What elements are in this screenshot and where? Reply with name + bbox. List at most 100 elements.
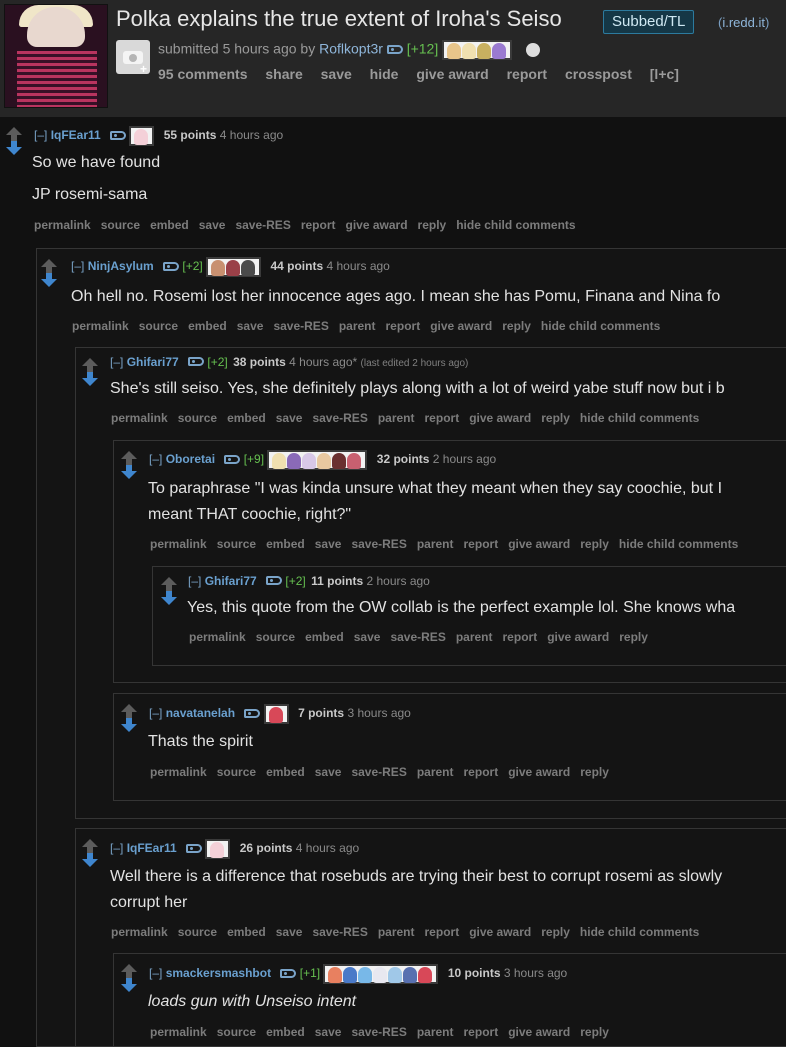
give-award-button[interactable]: give award — [469, 925, 531, 939]
reply-button[interactable]: reply — [541, 925, 570, 939]
hide-child-comments-button[interactable]: hide child comments — [580, 411, 699, 425]
save-button[interactable]: save — [315, 765, 342, 779]
crosspost-button[interactable]: crosspost — [565, 66, 632, 82]
report-button[interactable]: report — [507, 66, 547, 82]
embed-button[interactable]: embed — [150, 218, 189, 232]
collapse-toggle[interactable]: [–] — [149, 452, 162, 466]
collapse-toggle[interactable]: [–] — [149, 966, 162, 980]
collapse-toggle[interactable]: [–] — [71, 259, 84, 273]
source-button[interactable]: source — [217, 765, 256, 779]
report-button[interactable]: report — [464, 1025, 499, 1039]
parent-button[interactable]: parent — [378, 925, 415, 939]
permalink-button[interactable]: permalink — [189, 630, 246, 644]
embed-button[interactable]: embed — [266, 537, 305, 551]
hide-child-comments-button[interactable]: hide child comments — [541, 319, 660, 333]
comment-author[interactable]: IqFEar11 — [51, 128, 101, 142]
embed-button[interactable]: embed — [227, 925, 266, 939]
parent-button[interactable]: parent — [417, 1025, 454, 1039]
user-tag-icon[interactable] — [244, 708, 261, 718]
hide-child-comments-button[interactable]: hide child comments — [619, 537, 738, 551]
downvote-icon[interactable] — [41, 273, 57, 287]
save-button[interactable]: save — [315, 1025, 342, 1039]
save-res-button[interactable]: save-RES — [351, 537, 406, 551]
image-expando-icon[interactable]: + — [116, 40, 150, 76]
comment-author[interactable]: Oboretai — [166, 452, 215, 466]
collapse-toggle[interactable]: [–] — [110, 841, 123, 855]
user-tag-icon[interactable] — [110, 130, 127, 140]
collapse-toggle[interactable]: [–] — [110, 355, 123, 369]
upvote-icon[interactable] — [41, 259, 57, 273]
post-domain[interactable]: (i.redd.it) — [718, 15, 769, 30]
lc-button[interactable]: [l+c] — [650, 66, 679, 82]
reply-button[interactable]: reply — [418, 218, 447, 232]
embed-button[interactable]: embed — [305, 630, 344, 644]
report-button[interactable]: report — [425, 925, 460, 939]
comment-author[interactable]: Ghifari77 — [127, 355, 179, 369]
domain-link[interactable]: i.redd.it — [722, 15, 765, 30]
comment-author[interactable]: IqFEar11 — [127, 841, 177, 855]
share-button[interactable]: share — [265, 66, 302, 82]
save-res-button[interactable]: save-RES — [351, 1025, 406, 1039]
parent-button[interactable]: parent — [417, 537, 454, 551]
collapse-toggle[interactable]: [–] — [34, 128, 47, 142]
downvote-icon[interactable] — [121, 718, 137, 732]
parent-button[interactable]: parent — [339, 319, 376, 333]
report-button[interactable]: report — [386, 319, 421, 333]
permalink-button[interactable]: permalink — [150, 765, 207, 779]
permalink-button[interactable]: permalink — [111, 411, 168, 425]
collapse-toggle[interactable]: [–] — [149, 706, 162, 720]
downvote-icon[interactable] — [121, 978, 137, 992]
downvote-icon[interactable] — [121, 465, 137, 479]
save-button[interactable]: save — [276, 411, 303, 425]
save-button[interactable]: save — [354, 630, 381, 644]
hide-child-comments-button[interactable]: hide child comments — [580, 925, 699, 939]
give-award-button[interactable]: give award — [430, 319, 492, 333]
report-button[interactable]: report — [464, 537, 499, 551]
save-res-button[interactable]: save-RES — [312, 411, 367, 425]
post-author[interactable]: Roflkopt3r — [319, 41, 383, 57]
user-tag-icon[interactable] — [280, 968, 297, 978]
save-button[interactable]: save — [276, 925, 303, 939]
give-award-button[interactable]: give award — [346, 218, 408, 232]
downvote-icon[interactable] — [161, 591, 177, 605]
permalink-button[interactable]: permalink — [150, 1025, 207, 1039]
comment-author[interactable]: NinjAsylum — [88, 259, 154, 273]
save-button[interactable]: save — [199, 218, 226, 232]
save-button[interactable]: save — [321, 66, 352, 82]
post-thumbnail[interactable] — [4, 4, 108, 108]
source-button[interactable]: source — [178, 411, 217, 425]
comment-author[interactable]: Ghifari77 — [205, 574, 257, 588]
upvote-icon[interactable] — [6, 127, 22, 141]
upvote-icon[interactable] — [82, 839, 98, 853]
reply-button[interactable]: reply — [580, 537, 609, 551]
save-res-button[interactable]: save-RES — [235, 218, 290, 232]
upvote-icon[interactable] — [161, 577, 177, 591]
source-button[interactable]: source — [217, 537, 256, 551]
post-title[interactable]: Polka explains the true extent of Iroha'… — [116, 6, 562, 32]
give-award-button[interactable]: give award — [508, 1025, 570, 1039]
user-tag-icon[interactable] — [188, 357, 205, 367]
user-tag-icon[interactable] — [163, 261, 180, 271]
user-tag-icon[interactable] — [224, 454, 241, 464]
user-tag-icon[interactable] — [386, 44, 403, 54]
user-tag-icon[interactable] — [186, 843, 203, 853]
embed-button[interactable]: embed — [188, 319, 227, 333]
source-button[interactable]: source — [139, 319, 178, 333]
give-award-button[interactable]: give award — [469, 411, 531, 425]
source-button[interactable]: source — [256, 630, 295, 644]
embed-button[interactable]: embed — [266, 1025, 305, 1039]
save-res-button[interactable]: save-RES — [312, 925, 367, 939]
parent-button[interactable]: parent — [456, 630, 493, 644]
give-award-button[interactable]: give award — [547, 630, 609, 644]
reply-button[interactable]: reply — [502, 319, 531, 333]
downvote-icon[interactable] — [82, 372, 98, 386]
give-award-button[interactable]: give award — [508, 537, 570, 551]
parent-button[interactable]: parent — [417, 765, 454, 779]
downvote-icon[interactable] — [6, 141, 22, 155]
sponsor-icon[interactable] — [526, 43, 541, 57]
hide-button[interactable]: hide — [370, 66, 399, 82]
source-button[interactable]: source — [178, 925, 217, 939]
post-flair[interactable]: Subbed/TL — [603, 10, 695, 34]
permalink-button[interactable]: permalink — [72, 319, 129, 333]
report-button[interactable]: report — [425, 411, 460, 425]
